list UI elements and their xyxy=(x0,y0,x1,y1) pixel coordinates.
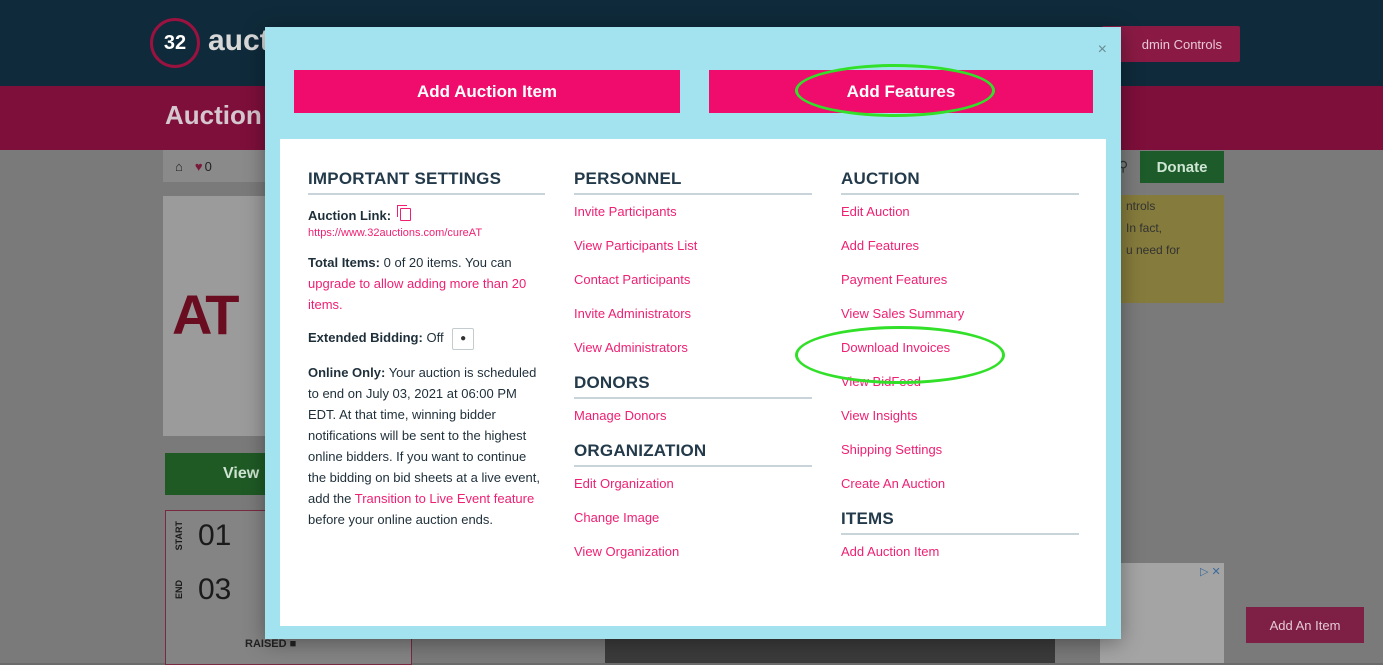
admin-controls-button[interactable]: dmin Controls xyxy=(1102,26,1240,62)
extended-bidding-setting: Extended Bidding: Off ● xyxy=(308,327,545,350)
change-image-link[interactable]: Change Image xyxy=(574,511,812,545)
view-organization-link[interactable]: View Organization xyxy=(574,545,812,579)
start-date: START 01 xyxy=(174,519,231,553)
close-icon[interactable]: × xyxy=(1098,41,1107,59)
edit-auction-link[interactable]: Edit Auction xyxy=(841,205,1079,239)
online-only-text: Your auction is scheduled to end on July… xyxy=(308,364,540,506)
add-features-link[interactable]: Add Features xyxy=(841,239,1079,273)
create-an-auction-link[interactable]: Create An Auction xyxy=(841,477,1079,505)
add-auction-item-link[interactable]: Add Auction Item xyxy=(841,545,1079,579)
add-auction-item-button[interactable]: Add Auction Item xyxy=(294,70,680,113)
payment-features-link[interactable]: Payment Features xyxy=(841,273,1079,307)
subnav: ⌂ ♥ 0 xyxy=(163,150,273,182)
online-only-tail: before your online auction ends. xyxy=(308,511,494,527)
start-day: 01 xyxy=(198,519,232,552)
end-day: 03 xyxy=(198,573,232,606)
manage-donors-link[interactable]: Manage Donors xyxy=(574,409,812,437)
site-logo[interactable]: 32 xyxy=(150,18,200,68)
auction-column: AUCTION Edit Auction Add Features Paymen… xyxy=(841,169,1079,579)
total-items-text: 0 of 20 items. You can xyxy=(383,255,512,270)
admin-modal: × Add Auction Item Add Features IMPORTAN… xyxy=(265,27,1121,639)
section-heading: AUCTION xyxy=(841,169,1079,195)
view-insights-link[interactable]: View Insights xyxy=(841,409,1079,443)
contact-participants-link[interactable]: Contact Participants xyxy=(574,273,812,307)
heart-count: 0 xyxy=(204,158,212,174)
extended-bidding-value: Off xyxy=(426,330,444,345)
online-only-setting: Online Only: Your auction is scheduled t… xyxy=(308,362,545,530)
section-heading: ORGANIZATION xyxy=(574,441,812,467)
upgrade-link[interactable]: upgrade to allow adding more than 20 ite… xyxy=(308,276,526,312)
heart-icon[interactable]: ♥ xyxy=(195,159,203,174)
view-bidfeed-link[interactable]: View BidFeed xyxy=(841,375,1079,409)
raised-label: RAISED ■ xyxy=(245,638,297,650)
copy-icon[interactable] xyxy=(396,205,411,221)
shipping-settings-link[interactable]: Shipping Settings xyxy=(841,443,1079,477)
edit-organization-link[interactable]: Edit Organization xyxy=(574,477,812,511)
notice-line: In fact, xyxy=(1126,221,1163,235)
lock-icon: ■ xyxy=(289,638,297,650)
end-date: END 03 xyxy=(174,573,231,607)
add-features-button[interactable]: Add Features xyxy=(709,70,1093,113)
section-heading: IMPORTANT SETTINGS xyxy=(308,169,545,195)
extended-bidding-label: Extended Bidding: xyxy=(308,330,423,345)
home-icon[interactable]: ⌂ xyxy=(175,159,183,174)
auction-link-label: Auction Link: xyxy=(308,208,392,223)
auction-link-url[interactable]: https://www.32auctions.com/cureAT xyxy=(308,226,545,240)
add-an-item-button[interactable]: Add An Item xyxy=(1246,607,1364,643)
organization-logo: AT xyxy=(172,283,239,346)
site-logo-text: auct xyxy=(208,24,270,57)
auction-link-setting: Auction Link: https://www.32auctions.com… xyxy=(308,205,545,240)
important-settings-column: IMPORTANT SETTINGS Auction Link: https:/… xyxy=(308,169,545,542)
section-heading: PERSONNEL xyxy=(574,169,812,195)
settings-panel: IMPORTANT SETTINGS Auction Link: https:/… xyxy=(280,139,1106,626)
invite-administrators-link[interactable]: Invite Administrators xyxy=(574,307,812,341)
notice-box: ntrols In fact, u need for xyxy=(1118,195,1224,303)
total-items-label: Total Items: xyxy=(308,255,380,270)
view-administrators-link[interactable]: View Administrators xyxy=(574,341,812,369)
view-participants-link[interactable]: View Participants List xyxy=(574,239,812,273)
view-button[interactable]: View xyxy=(165,453,275,495)
total-items-setting: Total Items: 0 of 20 items. You can upgr… xyxy=(308,252,545,315)
download-invoices-link[interactable]: Download Invoices xyxy=(841,341,1079,375)
page-title: Auction xyxy=(165,100,262,130)
online-only-label: Online Only: xyxy=(308,364,386,380)
section-heading: DONORS xyxy=(574,373,812,399)
start-label: START xyxy=(174,521,184,551)
invite-participants-link[interactable]: Invite Participants xyxy=(574,205,812,239)
personnel-column: PERSONNEL Invite Participants View Parti… xyxy=(574,169,812,579)
end-label: END xyxy=(174,580,184,600)
donate-button[interactable]: Donate xyxy=(1140,151,1224,183)
section-heading: ITEMS xyxy=(841,509,1079,535)
info-icon[interactable]: ● xyxy=(452,327,475,350)
notice-line: u need for xyxy=(1126,243,1181,257)
notice-line: ntrols xyxy=(1126,199,1156,213)
view-sales-summary-link[interactable]: View Sales Summary xyxy=(841,307,1079,341)
ad-choices-icon[interactable]: ▷ ✕ xyxy=(1200,565,1221,578)
transition-link[interactable]: Transition to Live Event feature xyxy=(355,491,534,506)
